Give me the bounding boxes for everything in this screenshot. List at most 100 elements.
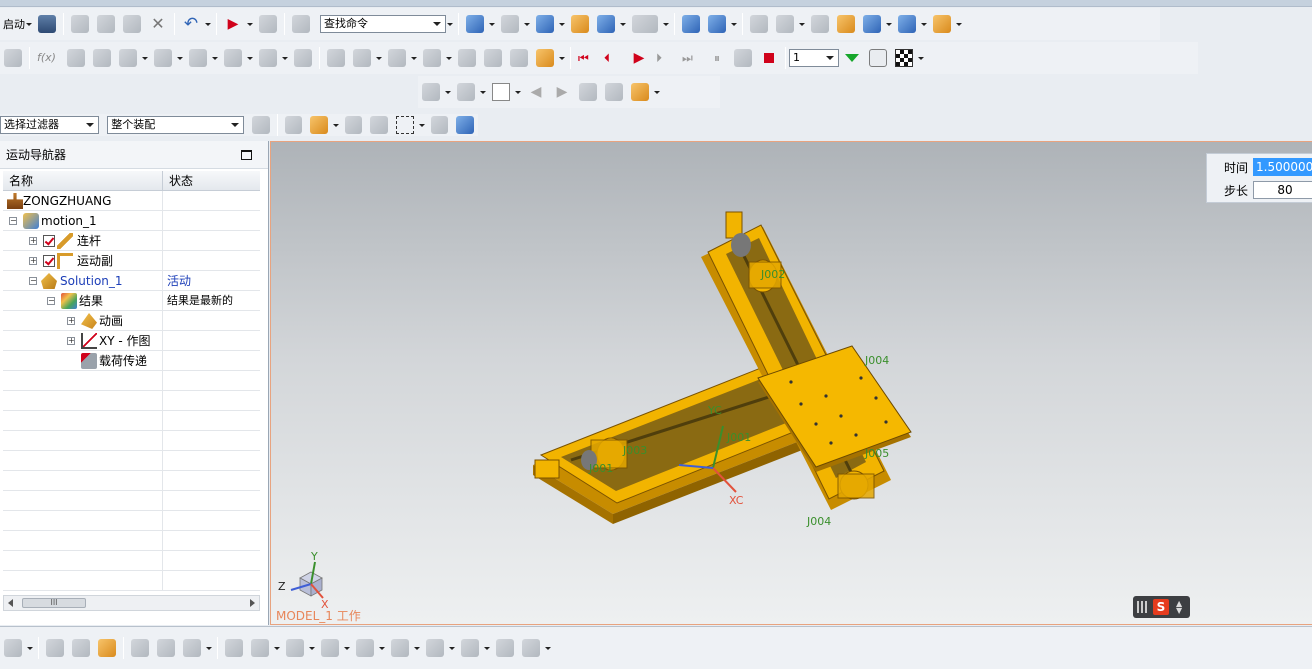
analysis-icon[interactable] bbox=[776, 15, 794, 33]
add-component-icon[interactable] bbox=[4, 639, 22, 657]
spring-dropdown[interactable] bbox=[176, 49, 183, 67]
constraint-icon[interactable] bbox=[353, 49, 371, 67]
finish-flag-dropdown[interactable] bbox=[917, 49, 924, 67]
shaded-icon[interactable] bbox=[501, 15, 519, 33]
collapse-toggle[interactable]: − bbox=[9, 217, 17, 225]
section-icon[interactable] bbox=[597, 15, 615, 33]
background-icon[interactable] bbox=[632, 15, 658, 33]
spring-icon[interactable] bbox=[154, 49, 172, 67]
cube-dropdown[interactable] bbox=[558, 15, 565, 33]
arrow-left-icon[interactable]: ◀ bbox=[527, 83, 545, 101]
force-icon[interactable] bbox=[294, 49, 312, 67]
joint-label[interactable]: J001 bbox=[726, 431, 751, 444]
package-icon[interactable] bbox=[631, 83, 649, 101]
play-red-icon[interactable]: ▶ bbox=[224, 15, 242, 33]
solver-icon[interactable] bbox=[536, 49, 554, 67]
copy-icon[interactable] bbox=[97, 15, 115, 33]
eraser-icon[interactable] bbox=[811, 15, 829, 33]
column-header-status[interactable]: 状态 bbox=[163, 171, 260, 190]
annotation-icon[interactable] bbox=[496, 639, 514, 657]
add-component-dropdown[interactable] bbox=[26, 639, 33, 657]
tree-row-animation[interactable]: + 动画 bbox=[3, 311, 260, 331]
block-icon[interactable] bbox=[183, 639, 201, 657]
section-dropdown[interactable] bbox=[619, 15, 626, 33]
block-dropdown[interactable] bbox=[205, 639, 212, 657]
play-icon[interactable]: ▶ bbox=[630, 49, 648, 67]
help-icon[interactable] bbox=[837, 15, 855, 33]
tree-row-zongzhuang[interactable]: ZONGZHUANG bbox=[3, 191, 260, 211]
command-search-input[interactable]: 查找命令 bbox=[320, 15, 446, 33]
assembly-constraint-dropdown[interactable] bbox=[730, 15, 737, 33]
face-select-icon[interactable] bbox=[430, 116, 449, 134]
command-search-dropdown[interactable] bbox=[446, 15, 453, 33]
start-menu[interactable]: 启动 bbox=[3, 16, 25, 32]
arrow-right-icon[interactable]: ▶ bbox=[553, 83, 571, 101]
filter-down-icon[interactable] bbox=[843, 49, 861, 67]
curve-rule-icon[interactable] bbox=[370, 116, 389, 134]
measure-icon[interactable] bbox=[898, 15, 916, 33]
curve-icon[interactable] bbox=[579, 83, 597, 101]
undo-dropdown[interactable] bbox=[204, 15, 211, 33]
scroll-thumb[interactable]: III bbox=[22, 598, 86, 608]
hole-dropdown[interactable] bbox=[308, 639, 315, 657]
finish-flag-icon[interactable] bbox=[895, 49, 913, 67]
graph-dropdown[interactable] bbox=[479, 83, 486, 101]
assemble-icon[interactable] bbox=[98, 639, 116, 657]
analysis-dropdown[interactable] bbox=[798, 15, 805, 33]
rect-select-dropdown[interactable] bbox=[418, 116, 425, 134]
tree-row-motion[interactable]: − motion_1 bbox=[3, 211, 260, 231]
ime-toolbar[interactable]: S ▲ ▼ bbox=[1133, 596, 1190, 618]
marker-icon[interactable] bbox=[224, 49, 242, 67]
scroll-right-arrow-icon[interactable] bbox=[250, 599, 255, 607]
drive-icon[interactable] bbox=[388, 49, 406, 67]
xy-plot-icon[interactable] bbox=[422, 83, 440, 101]
last-frame-icon[interactable]: ⏭ bbox=[682, 49, 700, 67]
drive-dropdown[interactable] bbox=[410, 49, 417, 67]
save-icon[interactable] bbox=[38, 15, 56, 33]
ime-menu-icon[interactable]: ▲ ▼ bbox=[1176, 600, 1184, 615]
links-checkbox[interactable] bbox=[43, 235, 55, 247]
contact-dropdown[interactable] bbox=[211, 49, 218, 67]
export-icon[interactable] bbox=[492, 83, 510, 101]
assembly-scope-combo[interactable]: 整个装配 bbox=[107, 116, 244, 134]
tree-row-load-transfer[interactable]: 载荷传递 bbox=[3, 351, 260, 371]
stop-icon[interactable] bbox=[760, 49, 778, 67]
chamfer-icon[interactable] bbox=[356, 639, 374, 657]
play-red-dropdown[interactable] bbox=[246, 15, 253, 33]
ime-logo-icon[interactable]: S bbox=[1153, 599, 1169, 615]
column-header-name[interactable]: 名称 bbox=[3, 171, 163, 190]
text-icon[interactable] bbox=[461, 639, 479, 657]
expand-toggle[interactable]: + bbox=[67, 337, 75, 345]
camera-icon[interactable] bbox=[605, 83, 623, 101]
text-dropdown[interactable] bbox=[483, 639, 490, 657]
pen-icon[interactable] bbox=[327, 49, 345, 67]
shaded-dropdown[interactable] bbox=[523, 15, 530, 33]
joint-label[interactable]: J001 bbox=[588, 462, 613, 475]
scale-text-icon[interactable] bbox=[522, 639, 540, 657]
model-3d[interactable]: J002 J003 J001 J004 J005 J004 J001 YC XC… bbox=[271, 142, 1312, 625]
tree-row-joints[interactable]: + 运动副 bbox=[3, 251, 260, 271]
selection-filter-combo[interactable]: 选择过滤器 bbox=[0, 116, 100, 134]
fit-view-dropdown[interactable] bbox=[488, 15, 495, 33]
joint-label[interactable]: J004 bbox=[806, 515, 831, 528]
mirror-dropdown[interactable] bbox=[448, 639, 455, 657]
playback-mode-icon[interactable] bbox=[869, 49, 887, 67]
revolve-dropdown[interactable] bbox=[273, 639, 280, 657]
rect-select-icon[interactable] bbox=[396, 116, 414, 134]
joint-label[interactable]: J004 bbox=[864, 354, 889, 367]
shell-dropdown[interactable] bbox=[413, 639, 420, 657]
undo-icon[interactable]: ↶ bbox=[182, 15, 200, 33]
constraint-dropdown[interactable] bbox=[375, 49, 382, 67]
scroll-left-arrow-icon[interactable] bbox=[8, 599, 13, 607]
sensor-icon[interactable] bbox=[259, 49, 277, 67]
snap-icon[interactable] bbox=[284, 116, 303, 134]
expand-toggle[interactable]: + bbox=[67, 317, 75, 325]
gear-icon[interactable] bbox=[119, 49, 137, 67]
sensor-dropdown[interactable] bbox=[281, 49, 288, 67]
extrude-icon[interactable] bbox=[225, 639, 243, 657]
marker-dropdown[interactable] bbox=[246, 49, 253, 67]
assembly-constraint-icon[interactable] bbox=[708, 15, 726, 33]
tree-row-solution[interactable]: − Solution_1 活动 bbox=[3, 271, 260, 291]
joint-label[interactable]: J003 bbox=[622, 444, 647, 457]
interference-icon[interactable] bbox=[458, 49, 476, 67]
